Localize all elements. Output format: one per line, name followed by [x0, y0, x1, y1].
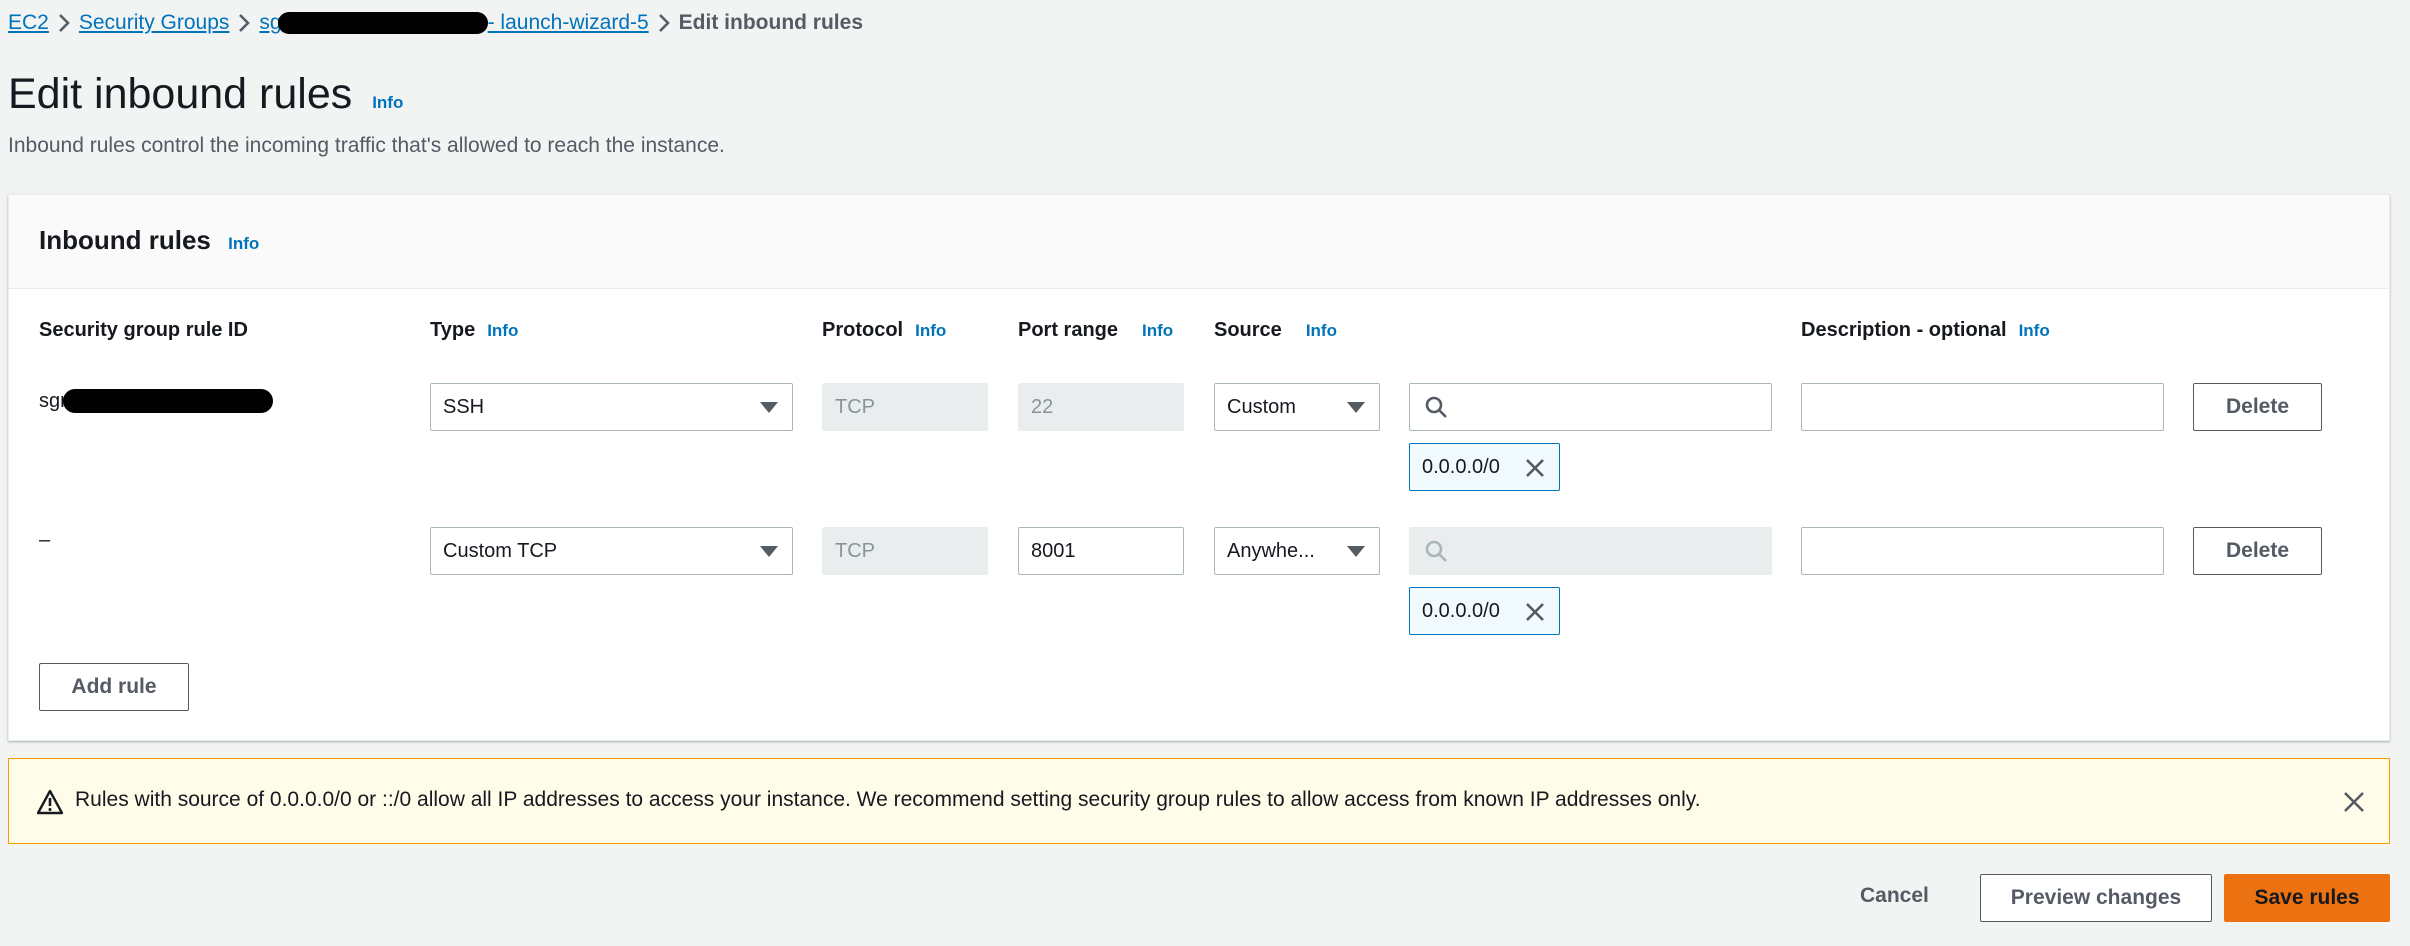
chevron-right-icon: [49, 13, 79, 33]
port-range-value: 8001: [1031, 539, 1076, 562]
column-label: Security group rule ID: [39, 319, 248, 341]
source-select[interactable]: Anywhe...: [1214, 527, 1380, 575]
warning-alert: Rules with source of 0.0.0.0/0 or ::/0 a…: [8, 758, 2390, 844]
protocol-value: TCP: [835, 539, 875, 562]
delete-button[interactable]: Delete: [2193, 527, 2322, 575]
source-token: 0.0.0.0/0: [1409, 443, 1560, 491]
column-label: Protocol: [822, 319, 904, 341]
caret-down-icon: [760, 402, 778, 413]
caret-down-icon: [1347, 402, 1365, 413]
panel-title: Inbound rules Info: [39, 225, 259, 256]
delete-button[interactable]: Delete: [2193, 383, 2322, 431]
page-title: Edit inbound rules Info: [8, 70, 403, 119]
source-search-input[interactable]: [1409, 383, 1772, 431]
type-value: SSH: [443, 395, 485, 418]
breadcrumb: EC2 Security Groups sg - launch-wizard-5…: [8, 10, 863, 36]
caret-down-icon: [760, 546, 778, 557]
cancel-button[interactable]: Cancel: [1860, 884, 1929, 908]
port-range-input[interactable]: 8001: [1018, 527, 1184, 575]
port-range-info-link[interactable]: Info: [1142, 321, 1173, 340]
page-title-text: Edit inbound rules: [8, 70, 353, 118]
panel-title-text: Inbound rules: [39, 225, 211, 255]
column-header-port-range: Port range Info: [1018, 319, 1173, 342]
alert-message: Rules with source of 0.0.0.0/0 or ::/0 a…: [75, 788, 1701, 811]
type-value: Custom TCP: [443, 539, 558, 562]
port-range-value: 22: [1031, 395, 1054, 418]
column-label: Description - optional: [1801, 319, 2007, 341]
inbound-rules-panel: Inbound rules Info Security group rule I…: [8, 194, 2390, 741]
type-select[interactable]: Custom TCP: [430, 527, 793, 575]
close-icon[interactable]: [1523, 600, 1547, 624]
source-info-link[interactable]: Info: [1306, 321, 1337, 340]
column-label: Source: [1214, 319, 1282, 341]
protocol-value: TCP: [835, 395, 875, 418]
port-range-field: 22: [1018, 383, 1184, 431]
add-rule-button[interactable]: Add rule: [39, 663, 189, 711]
breadcrumb-security-groups-link[interactable]: Security Groups: [79, 11, 230, 35]
warning-icon: [37, 789, 63, 815]
column-header-rule-id: Security group rule ID: [39, 319, 248, 342]
save-rules-button[interactable]: Save rules: [2224, 874, 2390, 922]
token-label: 0.0.0.0/0: [1422, 599, 1500, 622]
column-header-description: Description - optional Info: [1801, 319, 2050, 342]
close-icon[interactable]: [2343, 791, 2365, 813]
protocol-field: TCP: [822, 383, 988, 431]
description-input[interactable]: [1801, 383, 2164, 431]
panel-info-link[interactable]: Info: [228, 234, 259, 253]
column-header-type: Type Info: [430, 319, 518, 342]
description-info-link[interactable]: Info: [2019, 321, 2050, 340]
column-header-source: Source Info: [1214, 319, 1337, 342]
source-value: Anywhe...: [1227, 539, 1315, 562]
column-header-protocol: Protocol Info: [822, 319, 946, 342]
type-select[interactable]: SSH: [430, 383, 793, 431]
security-group-name: - launch-wizard-5: [487, 11, 649, 34]
close-icon[interactable]: [1523, 456, 1547, 480]
description-input[interactable]: [1801, 527, 2164, 575]
source-search-input: [1409, 527, 1772, 575]
column-label: Port range: [1018, 319, 1119, 341]
table-row-rule-id: sgr-: [39, 389, 274, 413]
page-info-link[interactable]: Info: [372, 93, 403, 112]
chevron-right-icon: [649, 13, 679, 33]
chevron-right-icon: [229, 13, 259, 33]
caret-down-icon: [1347, 546, 1365, 557]
redaction-mark: [63, 389, 274, 413]
source-select[interactable]: Custom: [1214, 383, 1380, 431]
search-icon: [1425, 396, 1447, 418]
preview-changes-button[interactable]: Preview changes: [1980, 874, 2212, 922]
search-icon: [1425, 540, 1447, 562]
source-token: 0.0.0.0/0: [1409, 587, 1560, 635]
protocol-field: TCP: [822, 527, 988, 575]
token-label: 0.0.0.0/0: [1422, 455, 1500, 478]
column-label: Type: [430, 319, 476, 341]
breadcrumb-security-group-link[interactable]: sg - launch-wizard-5: [259, 11, 649, 35]
source-value: Custom: [1227, 395, 1296, 418]
page-subtitle: Inbound rules control the incoming traff…: [8, 134, 725, 157]
type-info-link[interactable]: Info: [487, 321, 518, 340]
table-row-rule-id: –: [39, 529, 51, 551]
redaction-mark: [277, 12, 488, 34]
breadcrumb-ec2-link[interactable]: EC2: [8, 11, 49, 35]
protocol-info-link[interactable]: Info: [915, 321, 946, 340]
panel-header: Inbound rules Info: [9, 195, 2389, 289]
breadcrumb-current: Edit inbound rules: [678, 11, 863, 34]
